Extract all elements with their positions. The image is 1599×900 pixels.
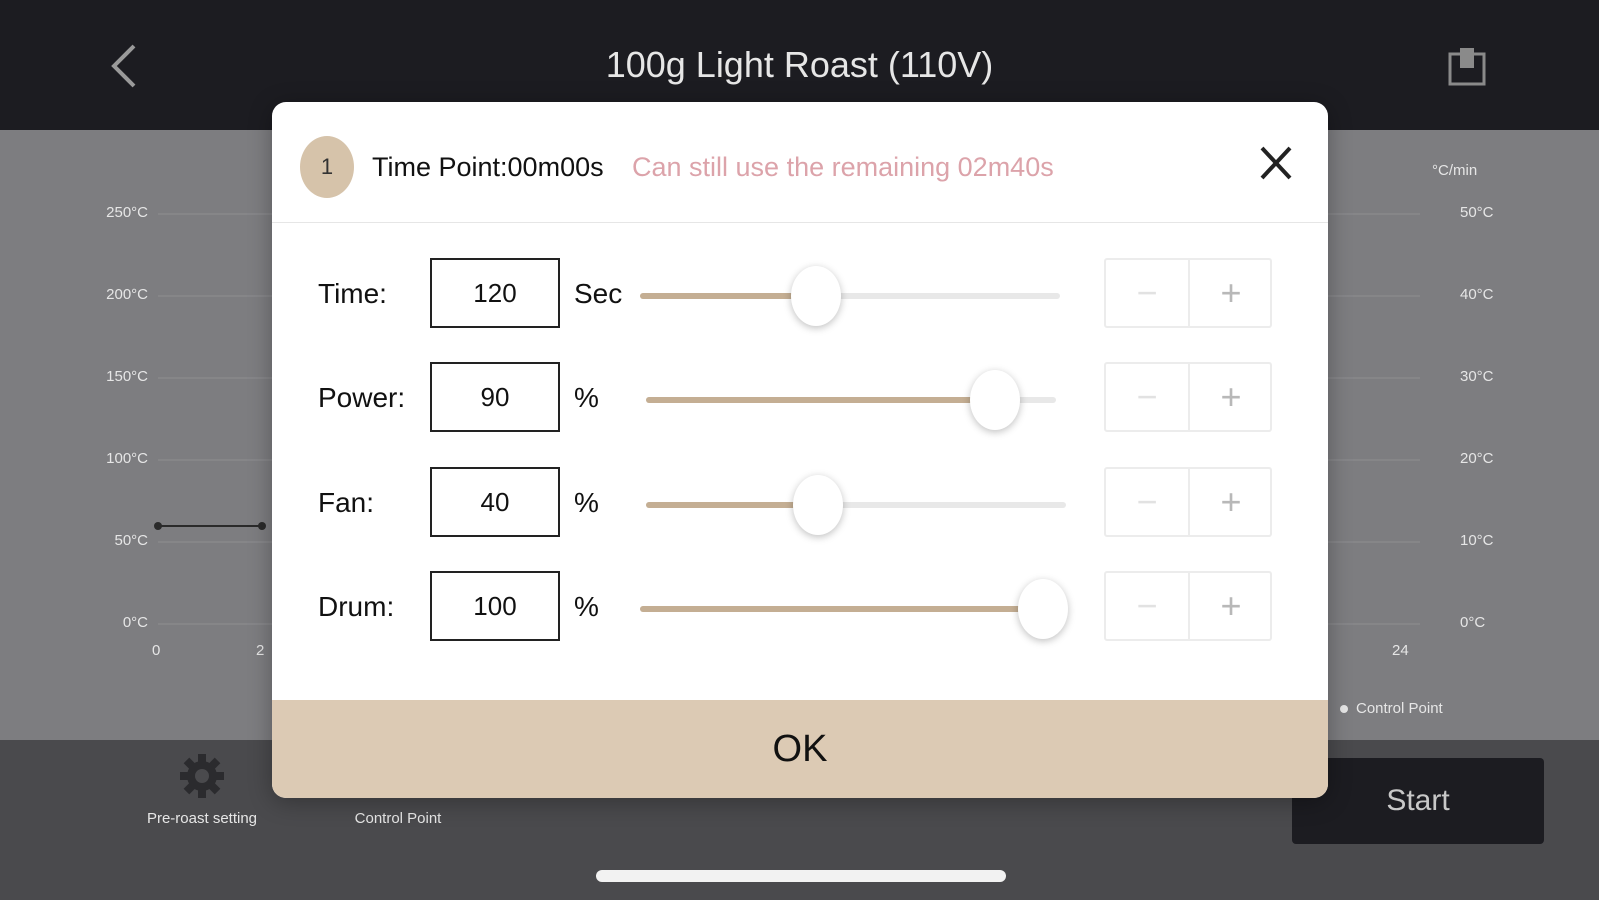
x-axis-tick: 24 xyxy=(1392,642,1409,659)
dialog-header: 1 Time Point:00m00s Can still use the re… xyxy=(272,102,1328,223)
start-button[interactable]: Start xyxy=(1292,758,1544,844)
x-axis-tick: 0 xyxy=(152,642,161,659)
time-row: Time: Sec − + xyxy=(272,258,1328,334)
power-increment-button[interactable]: + xyxy=(1190,364,1272,430)
share-icon[interactable] xyxy=(1448,46,1486,86)
fan-input[interactable] xyxy=(430,467,560,537)
fan-increment-button[interactable]: + xyxy=(1190,469,1272,535)
slider-thumb[interactable] xyxy=(791,266,842,326)
remaining-time-label: Can still use the remaining 02m40s xyxy=(632,152,1054,182)
time-unit: Sec xyxy=(574,278,623,309)
right-axis-tick: 50°C xyxy=(1460,204,1494,221)
slider-fill xyxy=(646,397,995,403)
left-axis-tick: 250°C xyxy=(106,204,148,221)
control-point-dialog: 1 Time Point:00m00s Can still use the re… xyxy=(272,102,1328,798)
control-point-marker xyxy=(154,522,162,530)
pre-roast-label: Pre-roast setting xyxy=(146,810,258,827)
slider-fill xyxy=(640,293,817,299)
drum-decrement-button[interactable]: − xyxy=(1106,573,1190,639)
fan-label: Fan: xyxy=(318,487,375,518)
left-axis-tick: 200°C xyxy=(106,286,148,303)
time-decrement-button[interactable]: − xyxy=(1106,260,1190,326)
drum-input[interactable] xyxy=(430,571,560,641)
home-indicator xyxy=(596,870,1006,882)
close-icon[interactable] xyxy=(1256,140,1296,186)
power-label: Power: xyxy=(318,382,406,413)
drum-increment-button[interactable]: + xyxy=(1190,573,1272,639)
time-input[interactable] xyxy=(430,258,560,328)
power-slider[interactable] xyxy=(646,362,1056,438)
power-decrement-button[interactable]: − xyxy=(1106,364,1190,430)
slider-thumb[interactable] xyxy=(793,475,844,535)
left-axis-tick: 150°C xyxy=(106,368,148,385)
chart-legend: Control Point xyxy=(1340,700,1443,717)
right-axis-tick: 0°C xyxy=(1460,614,1486,631)
time-slider[interactable] xyxy=(640,258,1060,334)
fan-row: Fan: % − + xyxy=(272,467,1328,543)
time-stepper: − + xyxy=(1104,258,1272,328)
right-axis-unit: °C/min xyxy=(1432,162,1478,179)
time-point-label: Time Point:00m00s xyxy=(372,152,604,182)
fan-decrement-button[interactable]: − xyxy=(1106,469,1190,535)
drum-unit: % xyxy=(574,591,599,622)
legend-dot-icon xyxy=(1340,705,1348,714)
step-number-badge: 1 xyxy=(300,136,354,198)
gear-icon xyxy=(180,754,224,798)
power-row: Power: % − + xyxy=(272,362,1328,438)
drum-row: Drum: % − + xyxy=(272,571,1328,647)
control-point-marker xyxy=(258,522,266,530)
fan-stepper: − + xyxy=(1104,467,1272,537)
power-input[interactable] xyxy=(430,362,560,432)
left-axis-tick: 0°C xyxy=(122,614,148,631)
power-stepper: − + xyxy=(1104,362,1272,432)
time-increment-button[interactable]: + xyxy=(1190,260,1272,326)
right-axis-tick: 30°C xyxy=(1460,368,1494,385)
right-axis-tick: 10°C xyxy=(1460,532,1494,549)
ok-button[interactable]: OK xyxy=(272,700,1328,798)
control-point-label: Control Point xyxy=(354,810,442,827)
left-axis-tick: 100°C xyxy=(106,450,148,467)
slider-fill xyxy=(640,606,1044,612)
drum-stepper: − + xyxy=(1104,571,1272,641)
legend-label: Control Point xyxy=(1356,700,1443,717)
x-axis-tick: 2 xyxy=(256,642,265,659)
drum-label: Drum: xyxy=(318,591,395,622)
fan-unit: % xyxy=(574,487,599,518)
fan-slider[interactable] xyxy=(646,467,1066,543)
time-label: Time: xyxy=(318,278,387,309)
right-axis-tick: 20°C xyxy=(1460,450,1494,467)
right-axis-tick: 40°C xyxy=(1460,286,1494,303)
slider-thumb[interactable] xyxy=(969,370,1020,430)
left-axis-tick: 50°C xyxy=(114,532,148,549)
slider-thumb[interactable] xyxy=(1018,579,1069,639)
drum-slider[interactable] xyxy=(640,571,1069,647)
power-unit: % xyxy=(574,382,599,413)
page-title: 100g Light Roast (110V) xyxy=(605,44,994,85)
